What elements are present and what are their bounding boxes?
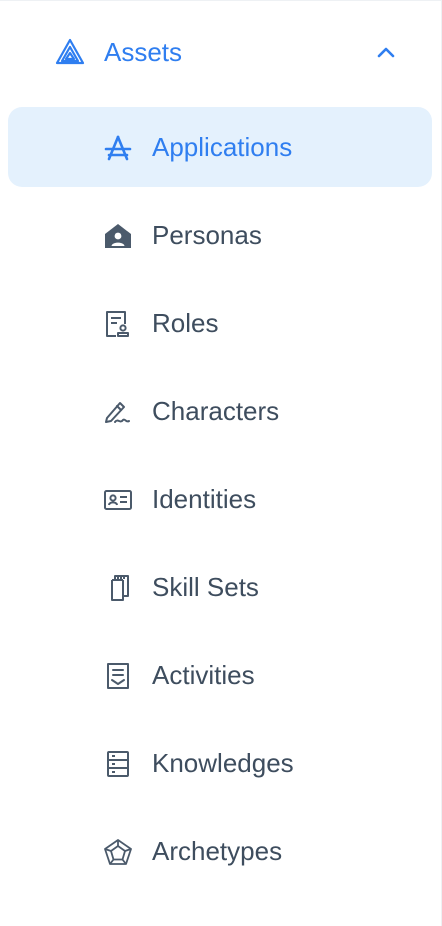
sidebar-item-roles[interactable]: Roles [0, 283, 440, 363]
sidebar-item-applications[interactable]: Applications [0, 107, 440, 187]
sidebar-item-characters[interactable]: Characters [0, 371, 440, 451]
sidebar-item-label: Identities [152, 484, 257, 514]
receipt-icon [103, 662, 133, 690]
sidebar: Assets Applications Personas Roles Chara… [0, 0, 442, 926]
chevron-up-icon[interactable] [374, 41, 398, 65]
id-card-icon [103, 486, 133, 514]
sidebar-item-personas[interactable]: Personas [0, 195, 440, 275]
sidebar-item-identities[interactable]: Identities [0, 459, 440, 539]
sidebar-item-skill-sets[interactable]: Skill Sets [0, 547, 440, 627]
house-user-icon [103, 222, 133, 250]
sidebar-item-label: Personas [152, 220, 262, 250]
triangle-layers-icon [55, 37, 85, 67]
sidebar-item-label: Applications [152, 132, 293, 162]
sidebar-item-label: Archetypes [152, 836, 283, 866]
sidebar-item-knowledges[interactable]: Knowledges [0, 723, 440, 803]
assets-nav-list: Applications Personas Roles Characters I… [0, 107, 440, 899]
app-store-icon [103, 134, 133, 162]
pen-signature-icon [103, 398, 133, 426]
sidebar-item-label: Knowledges [152, 748, 294, 778]
clipboard-copy-icon [103, 574, 133, 602]
sidebar-item-archetypes[interactable]: Archetypes [0, 811, 440, 891]
sidebar-item-label: Roles [152, 308, 219, 338]
server-rack-icon [103, 750, 133, 778]
sidebar-item-label: Skill Sets [152, 572, 259, 602]
sidebar-item-activities[interactable]: Activities [0, 635, 440, 715]
assets-section-header[interactable]: Assets [0, 1, 440, 101]
pentagon-web-icon [103, 838, 133, 866]
sidebar-item-label: Characters [152, 396, 280, 426]
document-badge-icon [103, 310, 133, 338]
assets-section-label: Assets [104, 37, 183, 67]
sidebar-item-label: Activities [152, 660, 255, 690]
